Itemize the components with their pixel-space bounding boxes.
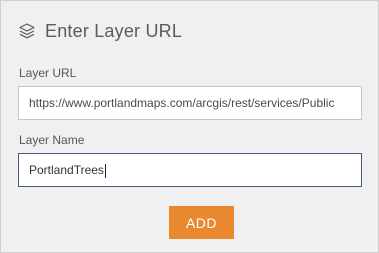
layer-name-label: Layer Name	[19, 133, 85, 147]
layer-url-label: Layer URL	[19, 66, 77, 80]
layer-url-input[interactable]: https://www.portlandmaps.com/arcgis/rest…	[18, 86, 362, 120]
add-layer-panel: Enter Layer URL Layer URL https://www.po…	[0, 0, 379, 253]
layer-url-value: https://www.portlandmaps.com/arcgis/rest…	[29, 96, 335, 110]
layers-icon	[18, 22, 36, 40]
layer-name-value: PortlandTrees	[29, 163, 104, 177]
layer-name-input[interactable]: PortlandTrees	[18, 153, 362, 187]
panel-header: Enter Layer URL	[18, 17, 182, 45]
panel-title: Enter Layer URL	[45, 20, 183, 41]
add-button[interactable]: ADD	[169, 206, 234, 239]
text-caret	[104, 163, 106, 178]
